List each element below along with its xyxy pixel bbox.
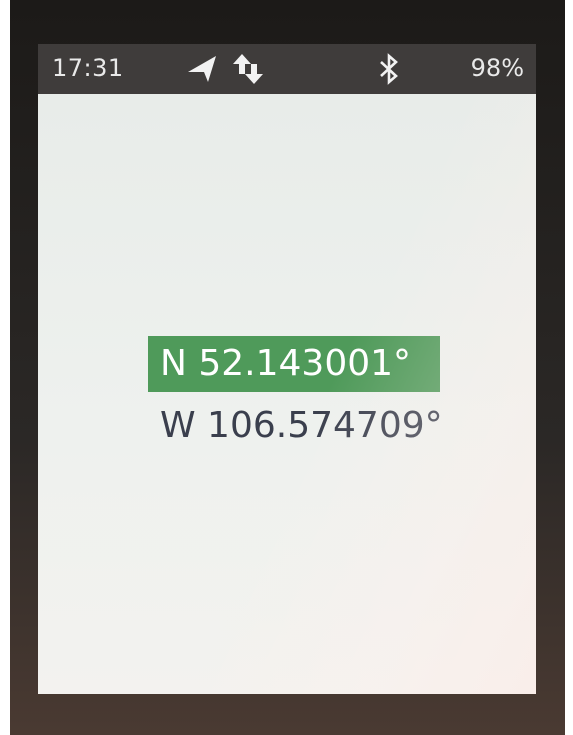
bluetooth-icon xyxy=(380,53,398,85)
status-time: 17:31 xyxy=(52,54,124,82)
latitude-value: N 52.143001° xyxy=(148,336,440,392)
gps-screen: N 52.143001° W 106.574709° xyxy=(38,94,536,694)
navigation-arrow-icon xyxy=(188,56,216,82)
data-sync-icon xyxy=(233,54,263,84)
photo-edge-left xyxy=(0,0,10,735)
screen-glare xyxy=(38,94,536,694)
longitude-value: W 106.574709° xyxy=(160,405,443,446)
status-bar: 17:31 98% xyxy=(38,44,536,94)
device-photo: 17:31 98% N 52.143001° W 106.574709° xyxy=(0,0,573,735)
photo-edge-right xyxy=(565,0,573,735)
battery-level: 98% xyxy=(470,54,524,82)
